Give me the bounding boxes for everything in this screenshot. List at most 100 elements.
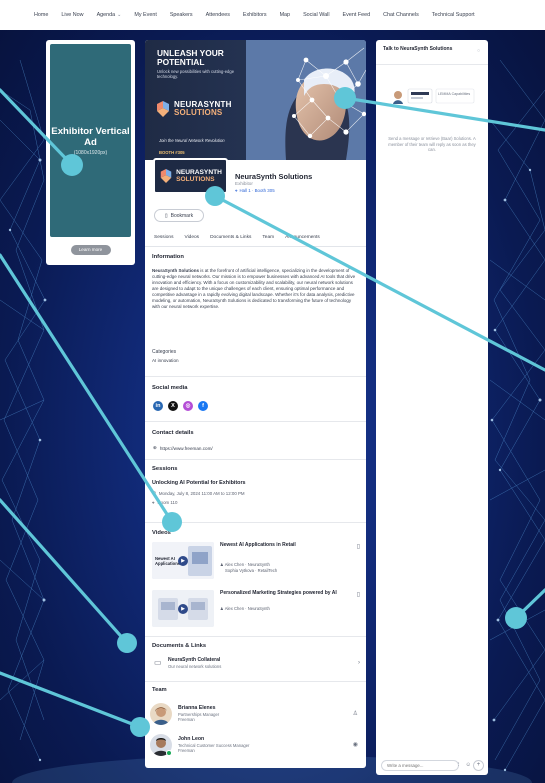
instagram-icon[interactable]: ◎: [183, 401, 193, 411]
divider: [145, 376, 366, 377]
eye-icon[interactable]: ◉: [353, 741, 358, 748]
learn-more-button[interactable]: Learn more: [70, 245, 111, 255]
chat-header-divider: [376, 64, 488, 65]
ad-title: Exhibitor Vertical Ad: [51, 125, 130, 148]
exhibitor-logo: NEURASYNTH SOLUTIONS: [153, 158, 228, 194]
chat-title: Talk to NeuraSynth Solutions: [383, 46, 453, 52]
social-media-links: in X ◎ f: [153, 401, 208, 411]
company-name: NeuraSynth Solutions: [235, 172, 313, 181]
logo-line1: NEURASYNTH: [176, 169, 222, 176]
tab-videos[interactable]: Videos: [184, 235, 199, 240]
tab-documents-links[interactable]: Documents & Links: [210, 235, 251, 240]
linkedin-icon[interactable]: in: [153, 401, 163, 411]
chevron-right-icon: ›: [358, 660, 360, 666]
tab-team[interactable]: Team: [262, 235, 274, 240]
nav-item-label: Social Wall: [303, 12, 330, 18]
video-title[interactable]: Newest AI Applications in Retail: [220, 542, 338, 548]
team-title: Team: [152, 687, 167, 693]
bookmark-icon[interactable]: ▯: [357, 543, 360, 550]
nav-item-exhibitors[interactable]: Exhibitors: [243, 12, 267, 18]
brand-mark-icon: [157, 101, 169, 117]
nav-item-my-event[interactable]: My Event: [134, 12, 156, 18]
nav-item-map[interactable]: Map: [280, 12, 291, 18]
chat-card-label: LEMMA Capabilities: [438, 92, 471, 96]
nav-item-label: Speakers: [169, 12, 193, 18]
divider: [145, 681, 366, 682]
bookmark-button[interactable]: ▯ Bookmark: [154, 209, 204, 222]
session-time-text: Monday, July 8, 2024 11:00 AM to 12:00 P…: [158, 490, 245, 496]
booth-location-link[interactable]: ⌖ Hall 1 · Booth 305: [235, 188, 275, 193]
play-icon[interactable]: ▶: [178, 604, 188, 614]
location-icon: ⌖: [152, 500, 155, 505]
map-pin-icon: ⌖: [235, 188, 238, 193]
emoji-icon[interactable]: ☺: [466, 762, 472, 768]
banner-brand-line2: SOLUTIONS: [174, 108, 223, 117]
team-member-role: Technical Customer Success Manager Freem…: [178, 743, 298, 753]
video-title[interactable]: Personalized Marketing Strategies powere…: [220, 590, 338, 596]
documents-title: Documents & Links: [152, 643, 207, 649]
play-icon[interactable]: ▶: [178, 556, 188, 566]
videos-title: Videos: [152, 530, 171, 536]
ad-image[interactable]: Exhibitor Vertical Ad (1080x1920px): [50, 44, 131, 237]
video-item[interactable]: Newest AI Applications ▶ Newest AI Appli…: [152, 542, 362, 586]
banner-logo: NEURASYNTH SOLUTIONS: [155, 100, 232, 118]
banner-join-text: Join the Neural Network Revolution: [159, 138, 225, 143]
tab-announcements[interactable]: Announcements: [285, 235, 320, 240]
contact-details-title: Contact details: [152, 430, 194, 436]
chat-input-icons: ⋮ ☺: [456, 762, 471, 768]
booth-location: Hall 1 · Booth 305: [239, 188, 275, 193]
close-icon[interactable]: ○: [477, 48, 480, 54]
team-member[interactable]: Brianna Elenes Partnerships Manager Free…: [150, 703, 362, 729]
online-status-dot: [166, 750, 172, 756]
team-member-role: Partnerships Manager Freeman: [178, 712, 298, 722]
nav-item-agenda[interactable]: Agenda ⌄: [97, 12, 122, 18]
nav-item-social-wall[interactable]: Social Wall: [303, 12, 329, 18]
session-item-title[interactable]: Unlocking AI Potential for Exhibitors: [152, 480, 246, 486]
document-subtitle: Our neural network solutions: [168, 664, 222, 669]
team-member-name: John Leon: [178, 736, 205, 742]
tab-sessions[interactable]: Sessions: [154, 235, 173, 240]
avatar[interactable]: [150, 703, 172, 725]
video-thumbnail[interactable]: Newest AI Applications ▶: [152, 542, 214, 579]
divider: [145, 636, 366, 637]
team-member[interactable]: John Leon Technical Customer Success Man…: [150, 734, 362, 760]
video-speaker: ♟ Alex Chen · NeuraSynth: [220, 606, 340, 612]
video-speakers: Alex Chen · NeuraSynth: [224, 606, 270, 611]
chat-intro-message: Send a message or retrieve (Baar) Soluti…: [388, 136, 476, 152]
facebook-icon[interactable]: f: [198, 401, 208, 411]
divider: [145, 522, 366, 523]
send-button[interactable]: +: [473, 760, 484, 771]
session-room: ⌖ Room 110: [152, 500, 177, 505]
sessions-title: Sessions: [152, 466, 178, 472]
tabs-divider: [145, 246, 366, 247]
person-icon[interactable]: ♙: [353, 710, 358, 717]
nav-item-event-feed[interactable]: Event Feed: [343, 12, 371, 18]
company-type: Exhibitor: [235, 181, 253, 186]
x-icon[interactable]: X: [168, 401, 178, 411]
team-member-name: Brianna Elenes: [178, 705, 216, 711]
bookmark-icon[interactable]: ▯: [357, 591, 360, 598]
categories-label: Categories: [152, 349, 177, 355]
video-thumb-text: Newest AI Applications: [155, 556, 181, 566]
website-url: https://www.freeman.com/: [159, 445, 213, 451]
nav-item-chat-channels[interactable]: Chat Channels: [383, 12, 419, 18]
document-title: NeuraSynth Collateral: [168, 657, 221, 663]
profile-tabs: Sessions Videos Documents & Links Team Annou…: [154, 235, 320, 240]
nav-item-home[interactable]: Home: [34, 12, 48, 18]
nav-item-live-now[interactable]: Live Now: [61, 12, 83, 18]
nav-item-technical-support[interactable]: Technical Support: [432, 12, 475, 18]
divider: [145, 421, 366, 422]
document-item[interactable]: ▭ NeuraSynth Collateral Our neural netwo…: [152, 657, 362, 673]
bookmark-icon: ▯: [164, 212, 168, 219]
video-item[interactable]: ▶ Personalized Marketing Strategies powe…: [152, 590, 362, 634]
chat-message-input[interactable]: [381, 760, 459, 771]
website-link[interactable]: ⊕ https://www.freeman.com/: [153, 445, 213, 451]
nav-item-attendees[interactable]: Attendees: [206, 12, 230, 18]
nav-item-speakers[interactable]: Speakers: [170, 12, 193, 18]
attachment-icon[interactable]: ⋮: [456, 762, 462, 768]
nav-item-label: Map: [279, 12, 291, 18]
team-member-company: Freeman: [178, 748, 195, 753]
video-thumbnail[interactable]: ▶: [152, 590, 214, 627]
ad-size: (1080x1920px): [73, 149, 108, 156]
banner-face-image: [246, 40, 366, 160]
